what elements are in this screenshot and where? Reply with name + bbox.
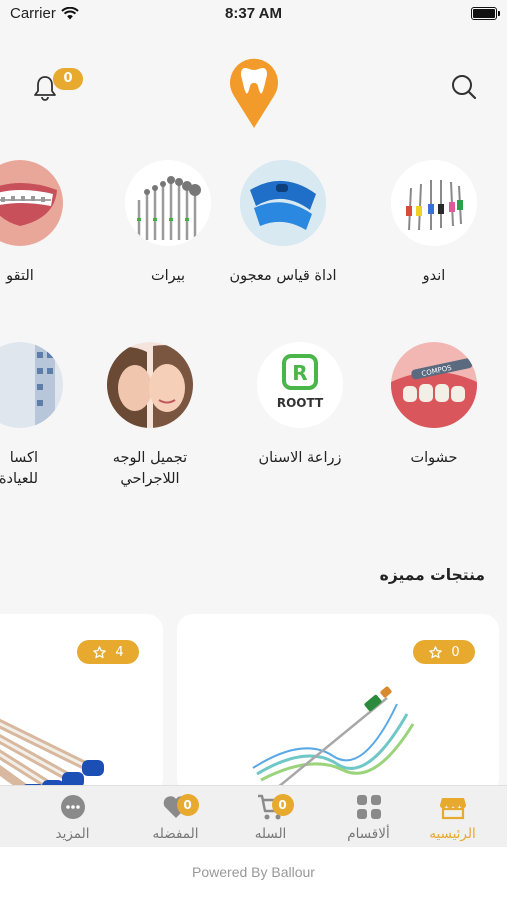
rating-value: 0 <box>451 644 460 660</box>
favorites-badge: 0 <box>176 794 199 816</box>
tab-cart[interactable]: 0 السله <box>220 786 321 848</box>
more-icon <box>60 795 85 819</box>
bottom-tab-bar: الرئيسيه ألاقسام 0 السله 0 المفضله المزي… <box>0 785 507 847</box>
svg-text:R: R <box>292 361 307 385</box>
app-header: 0 <box>0 50 507 130</box>
endo-files-image <box>391 160 477 246</box>
category-label-line1: اكسا <box>9 450 38 466</box>
tab-label: المفضله <box>152 826 199 842</box>
status-bar: Carrier 8:37 AM <box>0 0 507 30</box>
impression-tray-image <box>240 160 326 246</box>
rating-badge[interactable]: 4 <box>77 640 139 664</box>
product-card[interactable]: 0 <box>177 614 499 794</box>
category-orthodontics[interactable]: التقو <box>0 160 90 287</box>
roott-logo-text: ROOTT <box>276 396 324 410</box>
clinic-supplies-image <box>0 342 63 428</box>
category-row-1: اندو اداة قياس معجون بيرات التقو <box>0 160 507 320</box>
battery-icon <box>471 7 500 20</box>
category-clinic-supplies[interactable]: اكسا للعيادة <box>0 342 90 490</box>
category-face-beauty[interactable]: تجميل الوجه اللاجراحي <box>80 342 220 490</box>
tab-categories[interactable]: ألاقسام <box>318 786 419 848</box>
grid-icon <box>356 795 381 819</box>
rating-value: 4 <box>115 644 124 660</box>
category-endo[interactable]: اندو <box>364 160 504 287</box>
category-row-2: COMPOS حشوات R ROOTT زراعة الاسنان تجميل… <box>0 342 507 502</box>
tab-label: ألاقسام <box>347 826 390 842</box>
endo-file-image <box>252 686 415 789</box>
tab-label: المزيد <box>55 826 90 842</box>
featured-products-title: منتجات مميزه <box>379 566 485 584</box>
blue-tips-image <box>0 718 104 794</box>
category-fillings[interactable]: COMPOS حشوات <box>364 342 504 469</box>
category-implants[interactable]: R ROOTT زراعة الاسنان <box>230 342 370 469</box>
category-label: حشوات <box>410 450 458 466</box>
fillings-image: COMPOS <box>391 342 477 428</box>
cart-badge: 0 <box>271 794 294 816</box>
clock: 8:37 AM <box>225 5 282 22</box>
category-label: بيرات <box>150 268 186 284</box>
category-label: التقو <box>6 268 34 284</box>
tab-favorites[interactable]: 0 المفضله <box>125 786 226 848</box>
product-card[interactable]: 4 <box>0 614 163 794</box>
dental-burs-image <box>125 160 211 246</box>
store-icon <box>439 798 466 820</box>
category-label-line1: تجميل الوجه <box>112 450 188 466</box>
notification-badge: 0 <box>53 68 83 90</box>
category-label: اندو <box>422 268 446 284</box>
tooth-pin-logo <box>230 58 278 128</box>
category-label: زراعة الاسنان <box>258 450 342 466</box>
rating-badge[interactable]: 0 <box>413 640 475 664</box>
category-label-line2: للعيادة <box>0 471 38 487</box>
star-icon <box>93 645 107 658</box>
search-icon[interactable] <box>449 72 479 102</box>
category-label: اكسا للعيادة <box>0 448 90 490</box>
tab-more[interactable]: المزيد <box>22 786 123 848</box>
category-burs[interactable]: بيرات <box>98 160 238 287</box>
powered-by-footer: Powered By Ballour <box>0 847 507 900</box>
category-label-line2: اللاجراحي <box>120 471 180 487</box>
category-label: تجميل الوجه اللاجراحي <box>80 448 220 490</box>
tab-label: السله <box>254 826 287 842</box>
braces-image <box>0 160 63 246</box>
face-beauty-image <box>107 342 193 428</box>
star-icon <box>429 645 443 658</box>
roott-logo-image: R ROOTT <box>257 342 343 428</box>
